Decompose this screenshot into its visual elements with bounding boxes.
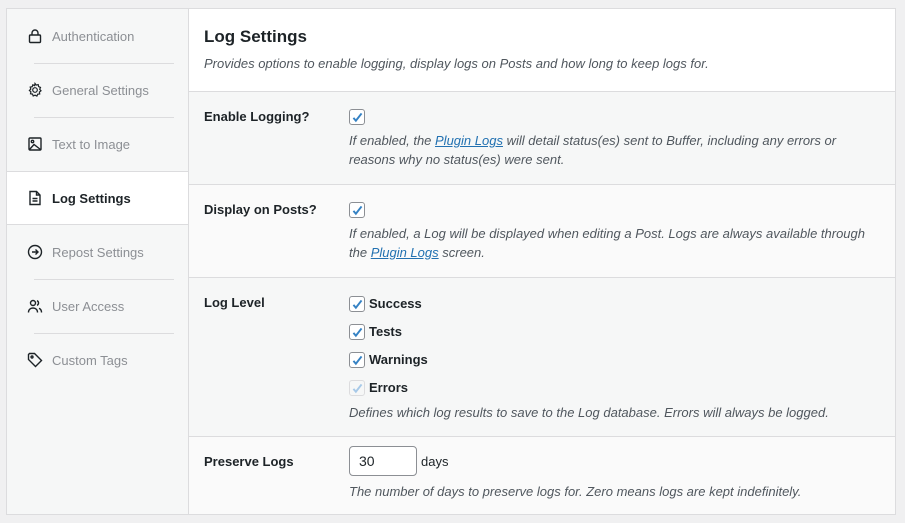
- display-on-posts-label: Display on Posts?: [204, 202, 317, 217]
- document-icon: [29, 190, 41, 206]
- checkmark-icon: [352, 205, 362, 215]
- plugin-logs-link[interactable]: Plugin Logs: [371, 245, 439, 260]
- display-on-posts-checkbox[interactable]: [349, 202, 365, 218]
- sidebar-item-label: Log Settings: [52, 190, 131, 206]
- enable-logging-label: Enable Logging?: [204, 109, 310, 124]
- log-level-description: Defines which log results to save to the…: [349, 405, 829, 420]
- checkmark-icon: [352, 383, 362, 393]
- checkmark-icon: [352, 355, 362, 365]
- preserve-logs-input[interactable]: [349, 446, 417, 476]
- tag-icon: [27, 352, 43, 368]
- checkmark-icon: [352, 327, 362, 337]
- log-level-label: Log Level: [204, 295, 265, 310]
- section-header: Log Settings Provides options to enable …: [189, 9, 895, 92]
- sidebar-item-label: General Settings: [52, 82, 149, 98]
- display-on-posts-row: Display on Posts? If enabled, a Log will…: [189, 185, 895, 278]
- enable-logging-row: Enable Logging? If enabled, the Plugin L…: [189, 92, 895, 185]
- sidebar-item-repost-settings[interactable]: Repost Settings: [7, 225, 188, 279]
- sidebar-item-label: Authentication: [52, 28, 135, 44]
- preserve-logs-description: The number of days to preserve logs for.…: [349, 484, 802, 499]
- days-suffix: days: [421, 454, 449, 469]
- sidebar-item-general-settings[interactable]: General Settings: [7, 63, 188, 117]
- sidebar-item-custom-tags[interactable]: Custom Tags: [7, 333, 188, 387]
- image-icon: [28, 137, 42, 151]
- sidebar-item-label: User Access: [52, 298, 125, 314]
- sidebar-item-label: Repost Settings: [52, 244, 144, 260]
- log-level-tests-checkbox[interactable]: [349, 324, 365, 340]
- enable-logging-checkbox[interactable]: [349, 109, 365, 125]
- settings-panel: Authentication General Settings Text to …: [6, 8, 896, 515]
- preserve-logs-row: Preserve Logs days The number of days to…: [189, 437, 895, 514]
- log-level-warnings-label: Warnings: [369, 352, 428, 367]
- sidebar-item-label: Text to Image: [52, 136, 131, 152]
- sidebar-item-authentication[interactable]: Authentication: [7, 9, 188, 63]
- description-text: If enabled, the: [349, 133, 436, 148]
- plugin-logs-link[interactable]: Plugin Logs: [435, 133, 503, 148]
- sidebar-item-label: Custom Tags: [52, 352, 128, 368]
- sidebar: Authentication General Settings Text to …: [7, 9, 188, 514]
- lock-icon: [28, 29, 42, 44]
- page-subtitle: Provides options to enable logging, disp…: [204, 56, 709, 71]
- sidebar-item-log-settings[interactable]: Log Settings: [7, 171, 188, 225]
- enable-logging-description: If enabled, the Plugin Logs will detail …: [349, 131, 879, 169]
- log-level-tests-label: Tests: [369, 324, 402, 339]
- log-level-success-label: Success: [369, 296, 422, 311]
- arrow-circle-right-icon: [27, 244, 43, 260]
- log-level-errors-checkbox: [349, 380, 365, 396]
- preserve-logs-label: Preserve Logs: [204, 454, 294, 469]
- sidebar-item-user-access[interactable]: User Access: [7, 279, 188, 333]
- description-text: screen.: [438, 245, 485, 260]
- checkmark-icon: [352, 112, 362, 122]
- users-icon: [27, 299, 43, 313]
- log-level-row: Log Level Success Tests Warnings Errors …: [189, 278, 895, 437]
- checkmark-icon: [352, 299, 362, 309]
- log-level-warnings-checkbox[interactable]: [349, 352, 365, 368]
- gear-icon: [28, 82, 42, 97]
- page-title: Log Settings: [204, 27, 307, 46]
- log-level-errors-label: Errors: [369, 380, 409, 395]
- log-level-success-checkbox[interactable]: [349, 296, 365, 312]
- main-content: Log Settings Provides options to enable …: [188, 9, 895, 514]
- sidebar-item-text-to-image[interactable]: Text to Image: [7, 117, 188, 171]
- display-on-posts-description: If enabled, a Log will be displayed when…: [349, 224, 879, 262]
